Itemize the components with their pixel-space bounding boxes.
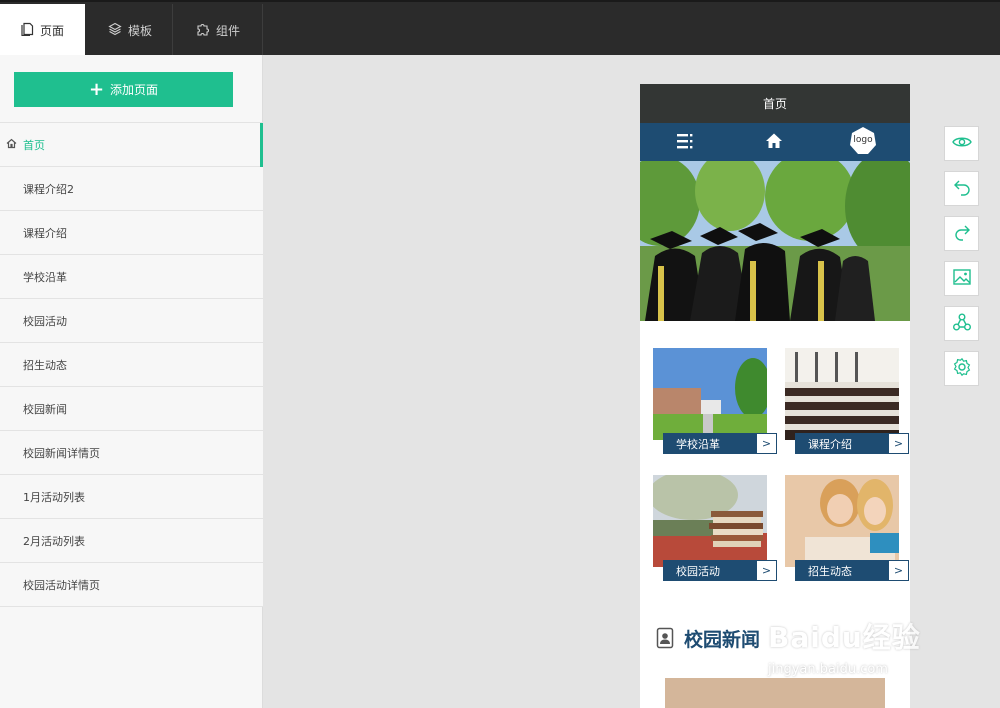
watermark: Baidu经验 jingyan.baidu.com — [768, 595, 948, 686]
card-arrow-button[interactable]: > — [888, 560, 909, 581]
page-item-label: 1月活动列表 — [23, 490, 85, 504]
page-item[interactable]: 校园新闻 — [0, 387, 263, 431]
share-button[interactable] — [944, 306, 979, 341]
plus-icon: + — [88, 78, 105, 100]
page-item[interactable]: 课程介绍2 — [0, 167, 263, 211]
phone-page-title: 首页 — [640, 84, 910, 123]
card-label-text: 校园活动 — [676, 564, 720, 578]
card-arrow-button[interactable]: > — [888, 433, 909, 454]
add-page-button[interactable]: + 添加页面 — [14, 72, 233, 107]
watermark-brand: Baidu经验 — [768, 621, 921, 654]
page-item-label: 课程介绍 — [23, 226, 67, 240]
logo-text: logo — [853, 135, 873, 145]
logo-icon[interactable]: logo — [849, 126, 877, 156]
settings-icon — [952, 357, 972, 380]
page-item-label: 2月活动列表 — [23, 534, 85, 548]
hero-banner-image — [640, 161, 910, 321]
redo-button[interactable] — [944, 216, 979, 251]
tab-components[interactable]: 组件 — [173, 4, 263, 57]
card-course-intro[interactable]: 课程介绍 > — [785, 348, 909, 454]
phone-nav-bar: logo — [640, 123, 910, 161]
lecture-hall-photo — [785, 348, 899, 440]
tab-label: 组件 — [216, 24, 241, 38]
news-section-title: 校园新闻 — [684, 628, 761, 651]
card-label-text: 课程介绍 — [808, 437, 852, 451]
page-item[interactable]: 学校沿革 — [0, 255, 263, 299]
redo-icon — [952, 222, 972, 245]
page-item-label: 校园新闻 — [23, 402, 67, 416]
card-label[interactable]: 校园活动 > — [663, 560, 777, 581]
tab-label: 页面 — [40, 24, 65, 38]
layers-icon — [108, 22, 122, 39]
page-item-label: 首页 — [23, 138, 45, 152]
page-item[interactable]: 校园活动 — [0, 299, 263, 343]
watermark-url: jingyan.baidu.com — [768, 662, 888, 677]
card-label[interactable]: 学校沿革 > — [663, 433, 777, 454]
card-label[interactable]: 课程介绍 > — [795, 433, 909, 454]
preview-button[interactable] — [944, 126, 979, 161]
insert-image-button[interactable] — [944, 261, 979, 296]
card-label-text: 学校沿革 — [676, 437, 720, 451]
page-item-home[interactable]: 首页 — [0, 123, 263, 167]
card-campus-activity[interactable]: 校园活动 > — [653, 475, 777, 581]
card-arrow-button[interactable]: > — [756, 433, 777, 454]
menu-icon[interactable] — [676, 132, 694, 150]
page-item-label: 校园活动 — [23, 314, 67, 328]
tab-pages[interactable]: 页面 — [0, 4, 85, 57]
page-icon — [20, 22, 34, 39]
page-item[interactable]: 2月活动列表 — [0, 519, 263, 563]
page-item[interactable]: 校园新闻详情页 — [0, 431, 263, 475]
settings-button[interactable] — [944, 351, 979, 386]
page-item[interactable]: 课程介绍 — [0, 211, 263, 255]
home-icon — [6, 138, 17, 149]
share-icon — [952, 312, 972, 335]
puzzle-icon — [196, 22, 210, 39]
page-item-label: 校园活动详情页 — [23, 578, 100, 592]
id-card-icon — [656, 627, 674, 649]
undo-icon — [952, 177, 972, 200]
page-list: 首页 课程介绍2 课程介绍 学校沿革 校园活动 招生动态 校园新闻 校园新闻详情… — [0, 122, 263, 607]
eye-icon — [951, 132, 972, 155]
page-item-label: 学校沿革 — [23, 270, 67, 284]
card-school-history[interactable]: 学校沿革 > — [653, 348, 777, 454]
page-item[interactable]: 招生动态 — [0, 343, 263, 387]
page-item-label: 招生动态 — [23, 358, 67, 372]
top-bar: 页面 模板 组件 — [0, 0, 1000, 57]
undo-button[interactable] — [944, 171, 979, 206]
card-label-text: 招生动态 — [808, 564, 852, 578]
tab-templates[interactable]: 模板 — [85, 4, 173, 57]
card-admissions[interactable]: 招生动态 > — [785, 475, 909, 581]
card-label[interactable]: 招生动态 > — [795, 560, 909, 581]
tab-label: 模板 — [128, 24, 153, 38]
add-page-label: 添加页面 — [110, 83, 159, 97]
students-reading-photo — [785, 475, 899, 567]
campus-buildings-photo — [653, 348, 767, 440]
book-stack-photo — [653, 475, 767, 567]
page-item[interactable]: 1月活动列表 — [0, 475, 263, 519]
page-item-label: 校园新闻详情页 — [23, 446, 100, 460]
page-item[interactable]: 校园活动详情页 — [0, 563, 263, 607]
image-icon — [952, 267, 972, 290]
home-icon[interactable] — [765, 132, 783, 150]
card-arrow-button[interactable]: > — [756, 560, 777, 581]
page-item-label: 课程介绍2 — [23, 182, 74, 196]
pages-sidebar: + 添加页面 首页 课程介绍2 课程介绍 学校沿革 校园活动 招生动态 校园新闻… — [0, 55, 263, 708]
